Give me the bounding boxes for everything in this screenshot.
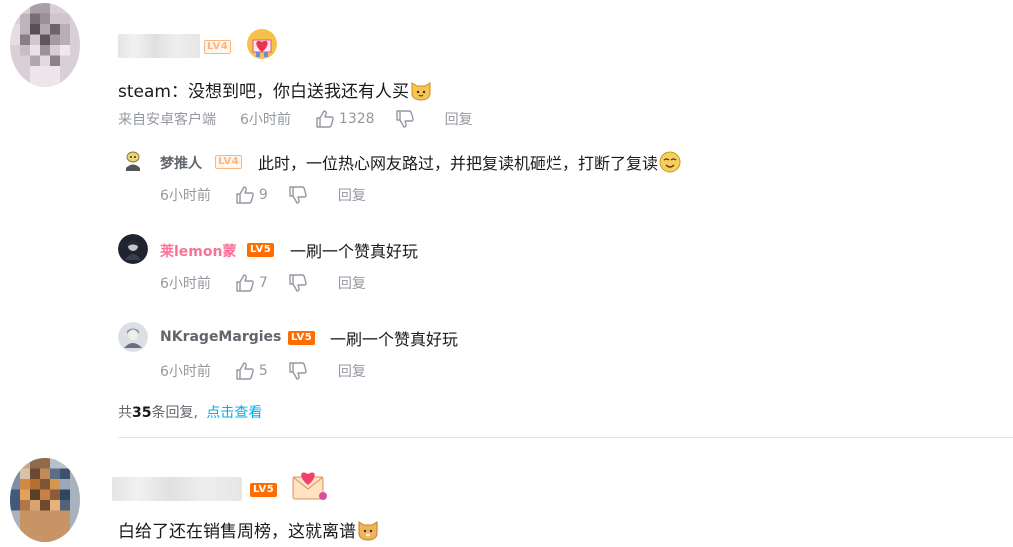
level-badge: LV4: [215, 155, 243, 169]
thumb-up-icon: [236, 274, 254, 292]
relieved-face-emoji-icon: [659, 151, 681, 173]
reply-username[interactable]: 莱lemon蒙: [160, 241, 236, 261]
level-badge: LV5: [247, 243, 275, 257]
username-blurred[interactable]: [112, 477, 242, 501]
comment-meta: 来自安卓客户端 6小时前 1328 回复: [118, 109, 473, 129]
reply-text: 一刷一个赞真好玩: [290, 242, 419, 261]
comment-time: 6小时前: [240, 112, 291, 128]
comment-text: steam：没想到吧，你白送我还有人买: [118, 77, 433, 102]
like-button[interactable]: 9: [235, 185, 268, 205]
dislike-button[interactable]: [288, 361, 308, 381]
level-badge: LV4: [204, 40, 232, 54]
reply-meta: 6小时前 7 回复: [160, 273, 366, 293]
level-badge: LV5: [288, 331, 316, 345]
reply-username[interactable]: 梦推人: [160, 153, 202, 173]
thumb-down-icon: [395, 110, 414, 128]
thumb-up-icon: [316, 110, 334, 128]
envelope-heart-decoration-icon: [292, 472, 327, 500]
like-button[interactable]: 5: [235, 361, 268, 381]
reply-time: 6小时前: [160, 188, 211, 204]
level-badge: LV5: [250, 483, 278, 497]
reply-meta: 6小时前 9 回复: [160, 185, 366, 205]
comment-source: 来自安卓客户端: [118, 112, 216, 128]
dislike-button[interactable]: [288, 185, 308, 205]
pixelated-avatar-image: [10, 458, 80, 542]
like-count: 7: [258, 275, 268, 291]
reply-button[interactable]: 回复: [338, 361, 366, 381]
comment-text: 白给了还在销售周榜，这就离谱: [118, 517, 380, 542]
reply-button[interactable]: 回复: [338, 185, 366, 205]
avatar-small[interactable]: [118, 234, 148, 264]
dog-face-emoji-icon: [358, 521, 378, 541]
reply-text: 此时，一位热心网友路过，并把复读机砸烂，打断了复读: [258, 150, 682, 174]
avatar[interactable]: [10, 458, 80, 542]
avatar[interactable]: [10, 3, 80, 87]
reply-username[interactable]: NKrageMargies: [160, 329, 281, 345]
divider: [118, 437, 1013, 438]
thumb-down-icon: [289, 274, 307, 292]
reply-button[interactable]: 回复: [445, 109, 473, 129]
reply-count: 35: [132, 405, 152, 421]
like-count: 9: [258, 187, 268, 203]
avatar-small[interactable]: [118, 146, 148, 176]
username-blurred[interactable]: [118, 34, 200, 58]
like-button[interactable]: 1328: [315, 109, 375, 129]
reply-meta: 6小时前 5 回复: [160, 361, 366, 381]
love-letter-decoration-icon: [247, 29, 277, 59]
reply-time: 6小时前: [160, 364, 211, 380]
more-replies: 共35条回复, 点击查看: [118, 405, 263, 421]
view-more-replies-link[interactable]: 点击查看: [206, 405, 262, 421]
reply-button[interactable]: 回复: [338, 273, 366, 293]
pixelated-avatar-image: [10, 3, 80, 87]
thumb-down-icon: [289, 362, 307, 380]
like-count: 1328: [338, 111, 375, 127]
thumb-up-icon: [236, 362, 254, 380]
avatar-small[interactable]: [118, 322, 148, 352]
like-count: 5: [258, 363, 268, 379]
dislike-button[interactable]: [288, 273, 308, 293]
like-button[interactable]: 7: [235, 273, 268, 293]
reply-time: 6小时前: [160, 276, 211, 292]
thumb-down-icon: [289, 186, 307, 204]
thumb-up-icon: [236, 186, 254, 204]
reply-text: 一刷一个赞真好玩: [330, 330, 459, 349]
cat-face-emoji-icon: [411, 82, 431, 101]
dislike-button[interactable]: [395, 109, 415, 129]
